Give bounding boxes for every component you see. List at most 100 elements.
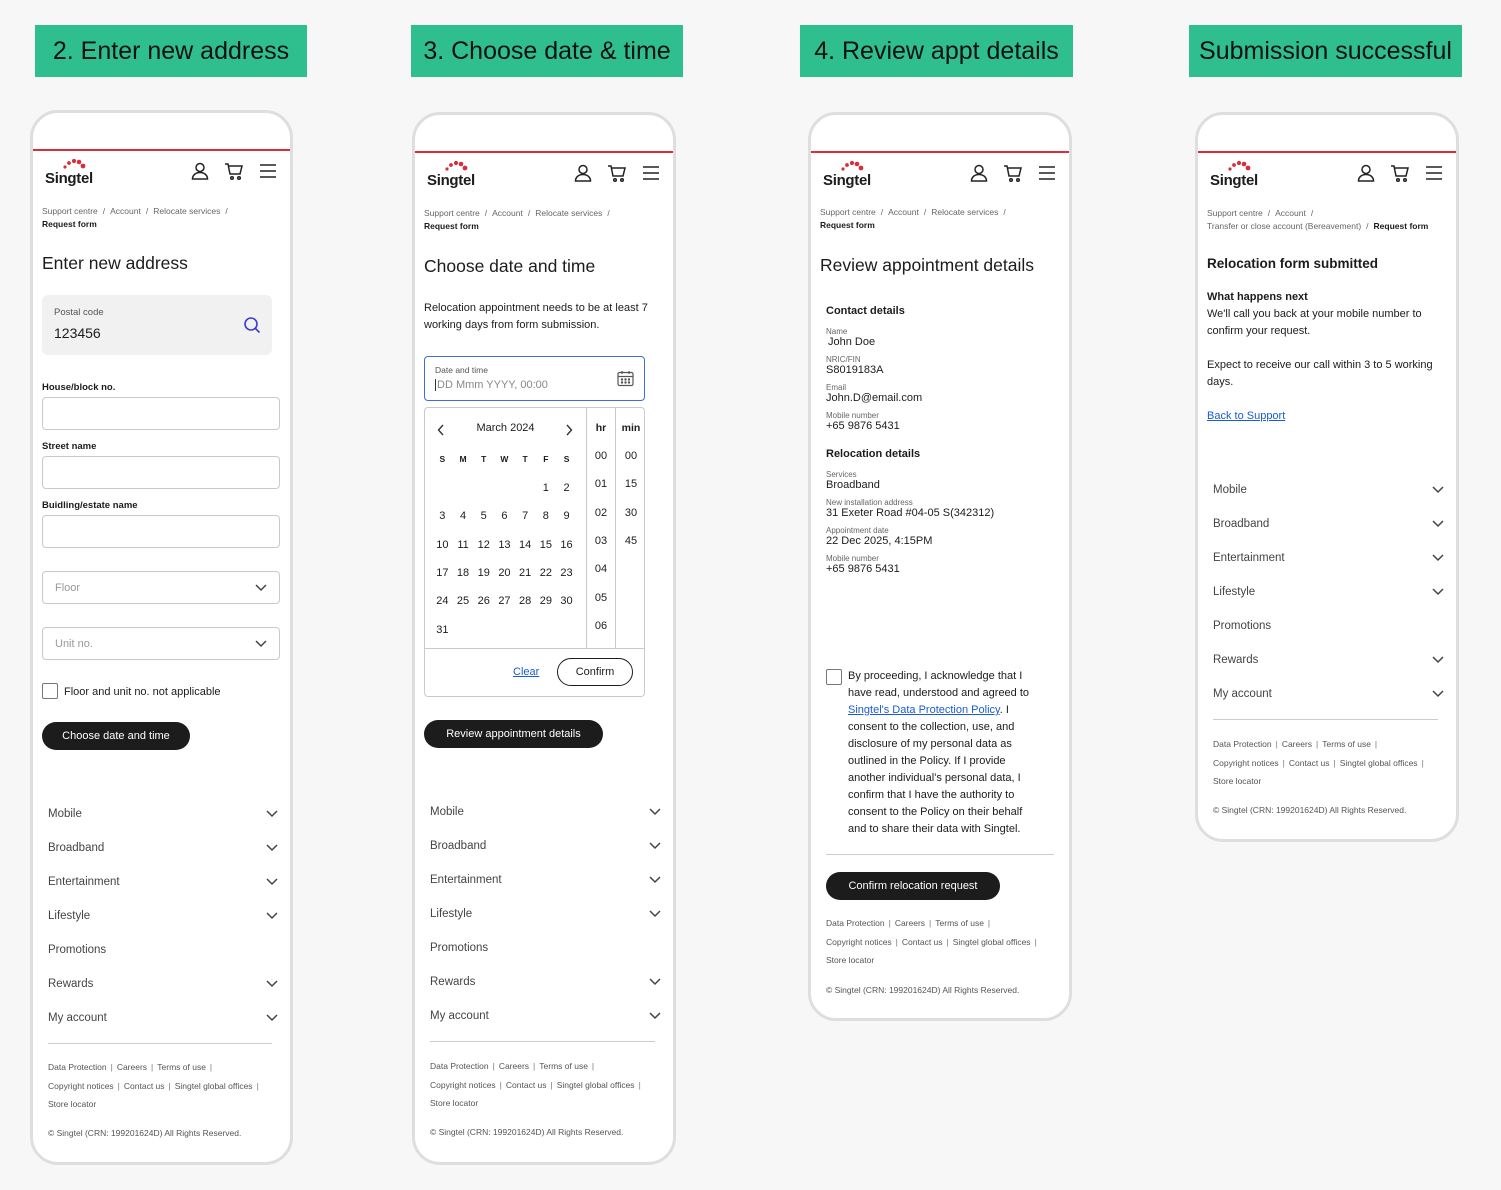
acc-broadband[interactable]: Broadband [42,831,278,865]
link-terms[interactable]: Terms of use [935,918,984,928]
crumb-account[interactable]: Account [888,207,919,217]
link-store[interactable]: Store locator [826,955,874,965]
consent-checkbox[interactable] [826,669,842,685]
crumb-support[interactable]: Support centre [424,208,480,218]
link-data-protection[interactable]: Data Protection [1213,739,1272,749]
link-contact[interactable]: Contact us [124,1081,165,1091]
crumb-relocate[interactable]: Relocate services [153,206,220,216]
link-store[interactable]: Store locator [1213,776,1261,786]
acc-entertainment[interactable]: Entertainment [424,863,661,897]
minute-option[interactable]: 30 [616,507,644,519]
calendar-day[interactable]: 28 [515,595,536,607]
acc-lifestyle[interactable]: Lifestyle [42,899,278,933]
minute-option[interactable]: 15 [616,478,644,490]
hour-option[interactable]: 00 [587,450,615,462]
link-careers[interactable]: Careers [1282,739,1312,749]
menu-icon[interactable] [258,161,278,181]
singtel-logo[interactable]: Singtel [1210,160,1258,190]
confirm-button[interactable]: Confirm [557,658,633,686]
minute-option[interactable]: 45 [616,535,644,547]
cart-icon[interactable] [607,163,627,183]
link-contact[interactable]: Contact us [902,937,943,947]
hour-option[interactable]: 02 [587,507,615,519]
acc-mobile[interactable]: Mobile [1207,473,1444,507]
link-terms[interactable]: Terms of use [539,1061,588,1071]
datetime-field[interactable]: Date and time DD Mmm YYYY, 00:00 [424,356,645,401]
street-input[interactable] [42,456,280,489]
cart-icon[interactable] [1390,163,1410,183]
acc-mobile[interactable]: Mobile [42,797,278,831]
calendar-day[interactable]: 23 [556,567,577,579]
floor-select[interactable]: Floor [42,571,280,604]
postal-code-field[interactable]: Postal code 123456 [42,295,272,355]
acc-my-account[interactable]: My account [424,999,661,1033]
acc-broadband[interactable]: Broadband [1207,507,1444,541]
calendar-day[interactable]: 2 [556,482,577,494]
hour-option[interactable]: 06 [587,620,615,632]
link-copyright[interactable]: Copyright notices [430,1080,496,1090]
clear-button[interactable]: Clear [513,666,539,678]
link-global[interactable]: Singtel global offices [1340,758,1418,768]
link-contact[interactable]: Contact us [1289,758,1330,768]
confirm-relocation-button[interactable]: Confirm relocation request [826,872,1000,900]
calendar-day[interactable]: 4 [453,510,474,522]
floor-na-checkbox[interactable] [42,683,58,699]
chevron-right-icon[interactable] [565,423,573,441]
link-careers[interactable]: Careers [117,1062,147,1072]
menu-icon[interactable] [1424,163,1444,183]
calendar-day[interactable]: 11 [453,539,474,551]
crumb-account[interactable]: Account [1275,208,1306,218]
menu-icon[interactable] [1037,163,1057,183]
acc-rewards[interactable]: Rewards [42,967,278,1001]
house-input[interactable] [42,397,280,430]
unit-select[interactable]: Unit no. [42,627,280,660]
acc-broadband[interactable]: Broadband [424,829,661,863]
cart-icon[interactable] [224,161,244,181]
crumb-account[interactable]: Account [110,206,141,216]
link-global[interactable]: Singtel global offices [953,937,1031,947]
crumb-relocate[interactable]: Relocate services [931,207,998,217]
acc-promotions[interactable]: Promotions [424,931,661,965]
acc-promotions[interactable]: Promotions [1207,609,1444,643]
calendar-day[interactable]: 30 [556,595,577,607]
calendar-day[interactable]: 19 [473,567,494,579]
calendar-day[interactable]: 31 [432,624,453,636]
link-terms[interactable]: Terms of use [1322,739,1371,749]
link-global[interactable]: Singtel global offices [557,1080,635,1090]
calendar-day[interactable]: 26 [473,595,494,607]
link-contact[interactable]: Contact us [506,1080,547,1090]
back-to-support-link[interactable]: Back to Support [1207,410,1285,422]
singtel-logo[interactable]: Singtel [427,160,475,190]
acc-lifestyle[interactable]: Lifestyle [1207,575,1444,609]
acc-my-account[interactable]: My account [1207,677,1444,711]
acc-rewards[interactable]: Rewards [1207,643,1444,677]
calendar-day[interactable]: 14 [515,539,536,551]
calendar-day[interactable]: 15 [536,539,557,551]
acc-promotions[interactable]: Promotions [42,933,278,967]
link-global[interactable]: Singtel global offices [175,1081,253,1091]
calendar-day[interactable]: 5 [473,510,494,522]
menu-icon[interactable] [641,163,661,183]
calendar-day[interactable]: 1 [536,482,557,494]
calendar-day[interactable]: 20 [494,567,515,579]
acc-rewards[interactable]: Rewards [424,965,661,999]
crumb-support[interactable]: Support centre [42,206,98,216]
calendar-day[interactable]: 18 [453,567,474,579]
cart-icon[interactable] [1003,163,1023,183]
user-icon[interactable] [190,161,210,181]
calendar-day[interactable]: 7 [515,510,536,522]
search-icon[interactable] [243,316,261,339]
building-input[interactable] [42,515,280,548]
acc-entertainment[interactable]: Entertainment [1207,541,1444,575]
review-appointment-button[interactable]: Review appointment details [424,720,603,748]
link-store[interactable]: Store locator [48,1099,96,1109]
calendar-day[interactable]: 16 [556,539,577,551]
choose-date-button[interactable]: Choose date and time [42,722,190,750]
calendar-icon[interactable] [617,370,634,392]
calendar-day[interactable]: 12 [473,539,494,551]
link-data-protection[interactable]: Data Protection [430,1061,489,1071]
link-careers[interactable]: Careers [895,918,925,928]
calendar-day[interactable]: 21 [515,567,536,579]
hour-option[interactable]: 04 [587,563,615,575]
calendar-day[interactable]: 24 [432,595,453,607]
